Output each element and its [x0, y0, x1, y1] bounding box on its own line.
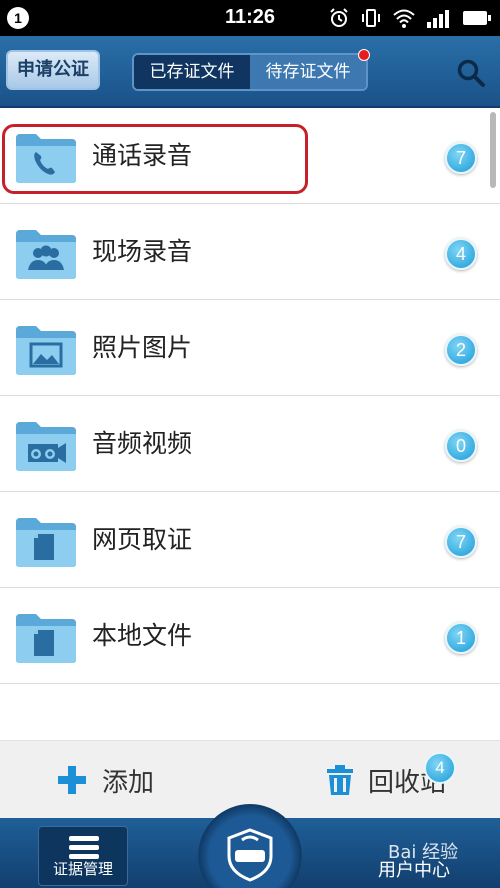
- count-badge: 2: [445, 334, 477, 366]
- wifi-icon: [393, 9, 415, 28]
- camera-folder-icon: [16, 422, 76, 471]
- evidence-category-list: 通话录音 7 现场录音 4 照片图片 2 音频视频 0 网页取证 7 本地文件 …: [0, 108, 500, 684]
- people-folder-icon: [16, 230, 76, 279]
- list-item-label: 通话录音: [92, 141, 193, 170]
- trash-icon: [327, 765, 353, 795]
- count-badge: 1: [445, 622, 477, 654]
- tab-evidence-label: 证据管理: [52, 860, 113, 878]
- count-badge: 7: [445, 142, 477, 174]
- alarm-icon: [330, 8, 348, 27]
- plus-icon: [58, 766, 86, 794]
- recycle-count-badge: 4: [424, 752, 456, 784]
- list-item-photos[interactable]: 照片图片 2: [0, 300, 500, 396]
- add-button[interactable]: 添加: [56, 741, 154, 819]
- watermark: Bai 经验: [388, 842, 459, 863]
- shield-logo-icon: [227, 828, 273, 882]
- count-badge: 0: [445, 430, 477, 462]
- list-item-call-recording[interactable]: 通话录音 7: [0, 108, 500, 204]
- menu-icon: [69, 836, 99, 859]
- vibrate-icon: [362, 9, 380, 27]
- page-folder-icon: [16, 518, 76, 567]
- list-scrollbar[interactable]: [490, 112, 496, 188]
- file-tab-switcher: 已存证文件 待存证文件: [132, 49, 370, 91]
- app-header: 申请公证 已存证文件 待存证文件: [0, 36, 500, 108]
- list-item-label: 本地文件: [92, 621, 193, 650]
- list-item-label: 网页取证: [92, 525, 193, 554]
- file-folder-icon: [16, 614, 76, 663]
- count-badge: 4: [445, 238, 477, 270]
- tab-pending-files[interactable]: 待存证文件: [250, 49, 370, 89]
- tab-pending-files-label: 待存证文件: [265, 62, 351, 82]
- signal-icon: [427, 10, 449, 28]
- list-item-audio-video[interactable]: 音频视频 0: [0, 396, 500, 492]
- list-item-local-files[interactable]: 本地文件 1: [0, 588, 500, 684]
- tab-evidence-management[interactable]: 证据管理: [38, 826, 128, 886]
- unread-dot: [358, 49, 370, 61]
- list-item-web-evidence[interactable]: 网页取证 7: [0, 492, 500, 588]
- tab-stored-files[interactable]: 已存证文件: [134, 55, 250, 89]
- apply-notarization-button[interactable]: 申请公证: [6, 50, 100, 90]
- status-icons: [328, 7, 492, 29]
- phone-folder-icon: [16, 134, 76, 183]
- recycle-bin-button[interactable]: 回收站: [326, 741, 446, 819]
- status-bar: 1 11:26: [0, 0, 500, 36]
- list-item-label: 照片图片: [92, 333, 193, 362]
- count-badge: 7: [445, 526, 477, 558]
- image-folder-icon: [16, 326, 76, 375]
- list-item-label: 现场录音: [92, 237, 193, 266]
- list-item-onsite-recording[interactable]: 现场录音 4: [0, 204, 500, 300]
- search-icon[interactable]: [456, 58, 486, 88]
- battery-icon: [463, 11, 491, 25]
- add-label: 添加: [102, 767, 155, 798]
- list-item-label: 音频视频: [92, 429, 193, 458]
